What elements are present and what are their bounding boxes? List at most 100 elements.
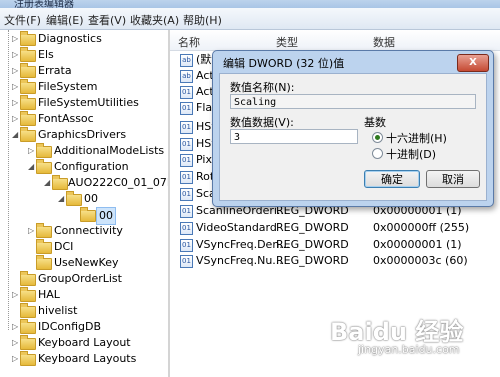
tree-item-keyboard-layout[interactable]: ▷ Keyboard Layout [0,335,168,351]
base-group: 基数 十六进制(H) 十进制(D) [364,114,476,162]
tree-item-label: Diagnostics [38,32,102,45]
radio-hex-label[interactable]: 十六进制(H) [386,130,447,146]
radio-hex[interactable] [372,132,383,143]
expand-arrow-icon[interactable]: ▷ [28,143,34,159]
menu-help[interactable]: 帮助(H) [183,12,222,28]
tree-item-label: AdditionalModeLists [54,144,165,157]
list-header: 名称 类型 数据 [170,30,500,51]
collapse-arrow-icon[interactable]: ◢ [44,175,50,191]
tree-item-auo222c0[interactable]: ◢ AUO222C0_01_07D [0,175,168,191]
tree-item-label: hivelist [38,304,78,317]
tree-item-filesystemutilities[interactable]: ▷ FileSystemUtilities [0,95,168,111]
expand-arrow-icon[interactable]: ▷ [12,335,18,351]
value-data-input[interactable]: 3 [230,129,358,144]
dialog-title: 编辑 DWORD (32 位)值 [223,57,345,70]
dialog-body: 数值名称(N): Scaling 数值数据(V): 3 基数 十六进制(H) 十… [219,73,487,201]
value-data: 0x000000ff (255) [373,221,470,234]
tree-item-grouporderlist[interactable]: GroupOrderList [0,271,168,287]
folder-icon [20,47,36,62]
folder-open-icon [36,159,52,174]
tree-item-label: AUO222C0_01_07D [68,176,170,189]
column-data[interactable]: 数据 [373,34,395,50]
value-name: VSyncFreq.Nu... [196,254,283,267]
binary-value-icon: 01 [180,154,193,167]
folder-icon [20,351,36,366]
collapse-arrow-icon[interactable]: ◢ [58,191,64,207]
tree-item-configuration[interactable]: ◢ Configuration [0,159,168,175]
expand-arrow-icon[interactable]: ▷ [12,319,18,335]
tree-item-keyboard-layouts[interactable]: ▷ Keyboard Layouts [0,351,168,367]
tree-item-label: FontAssoc [38,112,94,125]
folder-icon [20,79,36,94]
value-data: 0x0000003c (60) [373,254,468,267]
tree-item-graphicsdrivers[interactable]: ◢ GraphicsDrivers [0,127,168,143]
tree-item-label: DCI [54,240,74,253]
tree-item-label: GraphicsDrivers [38,128,127,141]
column-type[interactable]: 类型 [276,34,298,50]
folder-icon [20,303,36,318]
menu-view[interactable]: 查看(V) [88,12,126,28]
column-name[interactable]: 名称 [178,34,200,50]
folder-icon [36,223,52,238]
menu-favorites[interactable]: 收藏夹(A) [130,12,179,28]
folder-icon [36,255,52,270]
tree-item-label: Errata [38,64,72,77]
tree-item-00-selected[interactable]: 00 [0,207,168,225]
value-type: REG_DWORD [276,254,349,267]
folder-icon [20,31,36,46]
tree-item-hal[interactable]: ▷ HAL [0,287,168,303]
list-item[interactable]: 01 VideoStandard REG_DWORD 0x000000ff (2… [170,220,500,236]
list-item[interactable]: 01 VSyncFreq.Den... REG_DWORD 0x00000001… [170,237,500,253]
collapse-arrow-icon[interactable]: ◢ [28,159,34,175]
expand-arrow-icon[interactable]: ▷ [28,223,34,239]
binary-value-icon: 01 [180,86,193,99]
expand-arrow-icon[interactable]: ▷ [12,287,18,303]
list-item[interactable]: 01 VSyncFreq.Nu... REG_DWORD 0x0000003c … [170,253,500,269]
expand-arrow-icon[interactable]: ▷ [12,95,18,111]
ok-button[interactable]: 确定 [364,170,420,188]
tree-item-00[interactable]: ◢ 00 [0,191,168,207]
tree-item-additionalmodelists[interactable]: ▷ AdditionalModeLists [0,143,168,159]
tree-item-label: Keyboard Layout [38,336,131,349]
tree-item-label: Els [38,48,54,61]
binary-value-icon: 01 [180,171,193,184]
tree-item-label: IDConfigDB [38,320,102,333]
tree-item-errata[interactable]: ▷ Errata [0,63,168,79]
collapse-arrow-icon[interactable]: ◢ [12,127,18,143]
expand-arrow-icon[interactable]: ▷ [12,79,18,95]
expand-arrow-icon[interactable]: ▷ [12,47,18,63]
binary-value-icon: 01 [180,205,193,218]
tree-item-diagnostics[interactable]: ▷ Diagnostics [0,31,168,47]
tree-item-usenewkey[interactable]: UseNewKey [0,255,168,271]
binary-value-icon: 01 [180,121,193,134]
tree-item-connectivity[interactable]: ▷ Connectivity [0,223,168,239]
tree-item-label: UseNewKey [54,256,119,269]
tree-item-idconfigdb[interactable]: ▷ IDConfigDB [0,319,168,335]
tree-item-label: Configuration [54,160,129,173]
folder-icon [20,271,36,286]
tree-item-fontassoc[interactable]: ▷ FontAssoc [0,111,168,127]
edit-dword-dialog: 编辑 DWORD (32 位)值 X 数值名称(N): Scaling 数值数据… [212,50,494,207]
expand-arrow-icon[interactable]: ▷ [12,351,18,367]
radio-dec-label[interactable]: 十进制(D) [386,146,436,162]
binary-value-icon: 01 [180,255,193,268]
window-title: 注册表编辑器 [14,0,74,8]
expand-arrow-icon[interactable]: ▷ [12,63,18,79]
value-name-field: Scaling [230,94,476,109]
folder-open-icon [20,127,36,142]
expand-arrow-icon[interactable]: ▷ [12,31,18,47]
tree-item-hivelist[interactable]: hivelist [0,303,168,319]
menu-edit[interactable]: 编辑(E) [46,12,84,28]
folder-icon [20,111,36,126]
string-value-icon: ab [180,54,193,67]
expand-arrow-icon[interactable]: ▷ [12,111,18,127]
folder-icon [80,207,96,222]
tree-item-filesystem[interactable]: ▷ FileSystem [0,79,168,95]
value-name: VideoStandard [196,221,277,234]
cancel-button[interactable]: 取消 [426,170,480,188]
close-button[interactable]: X [457,54,489,72]
tree-item-els[interactable]: ▷ Els [0,47,168,63]
tree-item-dci[interactable]: DCI [0,239,168,255]
radio-dec[interactable] [372,148,383,159]
menu-file[interactable]: 文件(F) [4,12,41,28]
